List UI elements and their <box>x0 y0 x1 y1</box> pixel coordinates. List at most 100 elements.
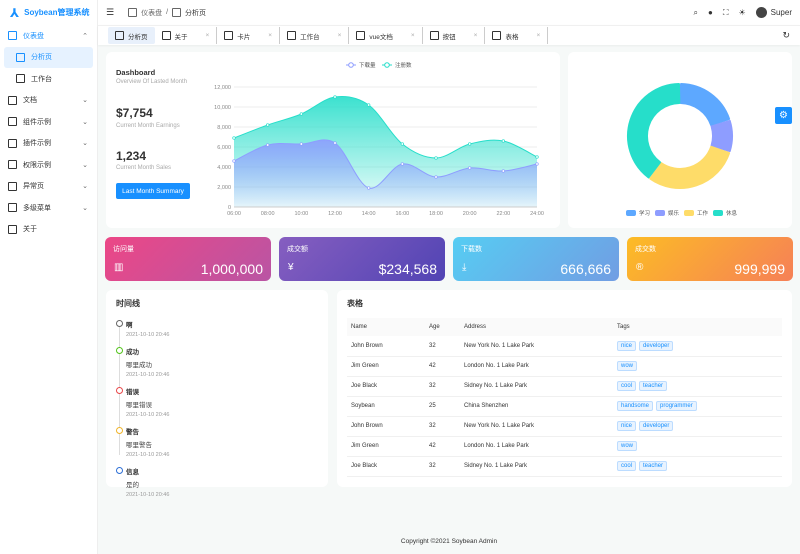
breadcrumb-item[interactable]: 分析页 <box>185 8 206 18</box>
data-point[interactable] <box>232 136 236 140</box>
legend-label[interactable]: 学习 <box>639 209 650 217</box>
search-icon[interactable]: ⌕ <box>694 8 698 18</box>
user-menu[interactable]: Super <box>755 7 792 18</box>
table-row: Joe Black 32 Sidney No. 1 Lake Park cool tea… <box>347 376 782 397</box>
pie-slice[interactable] <box>649 145 731 189</box>
timeline-title: 啊 <box>126 322 133 329</box>
data-point[interactable] <box>299 142 303 146</box>
table-row: Jim Green 42 London No. 1 Lake Park wow <box>347 356 782 377</box>
legend-label[interactable]: 下载量 <box>359 61 376 69</box>
sidebar-item[interactable]: 组件示例 ⌄ <box>0 111 97 133</box>
pie-slice[interactable] <box>710 119 733 153</box>
document-icon <box>8 95 17 105</box>
close-icon[interactable]: × <box>474 32 478 39</box>
legend-label[interactable]: 娱乐 <box>668 209 680 217</box>
sidebar-item[interactable]: 异常页 ⌄ <box>0 176 97 198</box>
tag: cool <box>617 381 637 391</box>
table-cell: Soybean <box>347 396 425 417</box>
close-icon[interactable]: × <box>206 32 210 39</box>
sidebar-item-label: 工作台 <box>31 75 52 83</box>
legend-label[interactable]: 注册数 <box>395 61 412 69</box>
close-icon[interactable]: × <box>268 32 272 39</box>
registered-icon: ® <box>636 262 644 273</box>
tag: developer <box>639 340 674 351</box>
legend-marker-icon <box>384 62 390 68</box>
refresh-icon[interactable]: ↻ <box>782 30 790 41</box>
menu-collapse-icon[interactable]: ☰ <box>106 7 114 18</box>
sidebar-item[interactable]: 插件示例 ⌄ <box>0 133 97 155</box>
theme-sun-icon[interactable]: ☀ <box>738 8 745 17</box>
pie-slice[interactable] <box>679 83 731 127</box>
data-point[interactable] <box>501 139 505 143</box>
x-tick-label: 16:00 <box>395 211 409 217</box>
tags-cell: wow <box>613 356 782 377</box>
pie-slice[interactable] <box>627 83 681 179</box>
tab[interactable]: 关于 × <box>155 27 218 44</box>
timeline-dot-icon <box>116 347 123 354</box>
sidebar-item[interactable]: 仪表盘 ⌃ <box>0 25 97 47</box>
legend-label[interactable]: 工作 <box>697 209 709 217</box>
data-point[interactable] <box>367 186 371 190</box>
stat-card: 访问量 ▥ 1,000,000 <box>105 237 271 281</box>
tab[interactable]: 表格 × <box>485 27 549 44</box>
timeline-dot-icon <box>116 387 123 394</box>
table-row: John Brown 32 New York No. 1 Lake Park nice… <box>347 416 782 437</box>
close-icon[interactable]: × <box>338 32 342 39</box>
data-point[interactable] <box>333 141 337 145</box>
timeline-time: 2021-10-10 20:46 <box>126 492 170 498</box>
timeline-time: 2021-10-10 20:46 <box>126 412 170 418</box>
data-point[interactable] <box>333 95 337 99</box>
timeline-time: 2021-10-10 20:46 <box>126 452 170 458</box>
data-point[interactable] <box>468 166 472 170</box>
data-point[interactable] <box>400 162 404 166</box>
sidebar-item-label: 插件示例 <box>23 140 51 148</box>
data-point[interactable] <box>266 143 270 147</box>
data-point[interactable] <box>400 142 404 146</box>
component-icon <box>8 117 17 127</box>
tag: cool <box>617 461 637 471</box>
tab[interactable]: 按钮 × <box>423 27 486 44</box>
tab[interactable]: vue文档 × <box>349 27 423 44</box>
sidebar-item[interactable]: 分析页 <box>4 46 93 68</box>
stat-title: 访问量 <box>113 246 134 253</box>
column-header: Age <box>425 318 460 336</box>
tag: handsome <box>617 401 654 411</box>
app-title: Soybean管理系统 <box>24 8 90 17</box>
tab[interactable]: 分析页 <box>108 27 155 44</box>
menu-icon <box>8 203 17 213</box>
data-point[interactable] <box>367 103 371 107</box>
dashboard-icon <box>8 31 17 41</box>
tags-cell: nice developer <box>613 416 782 437</box>
data-point[interactable] <box>434 175 438 179</box>
close-icon[interactable]: × <box>411 32 415 39</box>
sidebar-item[interactable]: 关于 <box>0 219 97 241</box>
exception-icon <box>8 181 17 191</box>
fullscreen-icon[interactable]: ⛶ <box>723 8 729 18</box>
legend-swatch-icon <box>684 210 694 216</box>
breadcrumb-item[interactable]: 仪表盘 <box>141 8 162 18</box>
legend-label[interactable]: 休息 <box>726 209 738 217</box>
data-point[interactable] <box>434 156 438 160</box>
dashboard-icon <box>128 8 138 17</box>
tag: programmer <box>656 401 697 411</box>
close-icon[interactable]: × <box>536 32 540 39</box>
tab[interactable]: 工作台 × <box>280 27 350 44</box>
pie-card: 学习 娱乐 工作 休息 <box>568 52 792 228</box>
settings-button[interactable]: ⚙ <box>775 107 792 124</box>
data-point[interactable] <box>535 162 539 166</box>
sidebar-item[interactable]: 文档 ⌄ <box>0 90 97 112</box>
shield-icon <box>8 160 17 170</box>
data-point[interactable] <box>535 155 539 159</box>
data-point[interactable] <box>299 112 303 116</box>
sidebar-item[interactable]: 工作台 <box>0 68 97 90</box>
table-cell: 25 <box>425 396 460 417</box>
logo[interactable]: ⅄ Soybean管理系统 <box>0 0 97 25</box>
data-point[interactable] <box>468 142 472 146</box>
data-point[interactable] <box>501 169 505 173</box>
data-point[interactable] <box>266 123 270 127</box>
github-icon[interactable]: ● <box>708 8 713 17</box>
sidebar-item[interactable]: 多级菜单 ⌄ <box>0 197 97 219</box>
tab[interactable]: 卡片 × <box>217 27 281 44</box>
sidebar-item[interactable]: 权限示例 ⌄ <box>0 154 97 176</box>
data-point[interactable] <box>232 159 236 163</box>
